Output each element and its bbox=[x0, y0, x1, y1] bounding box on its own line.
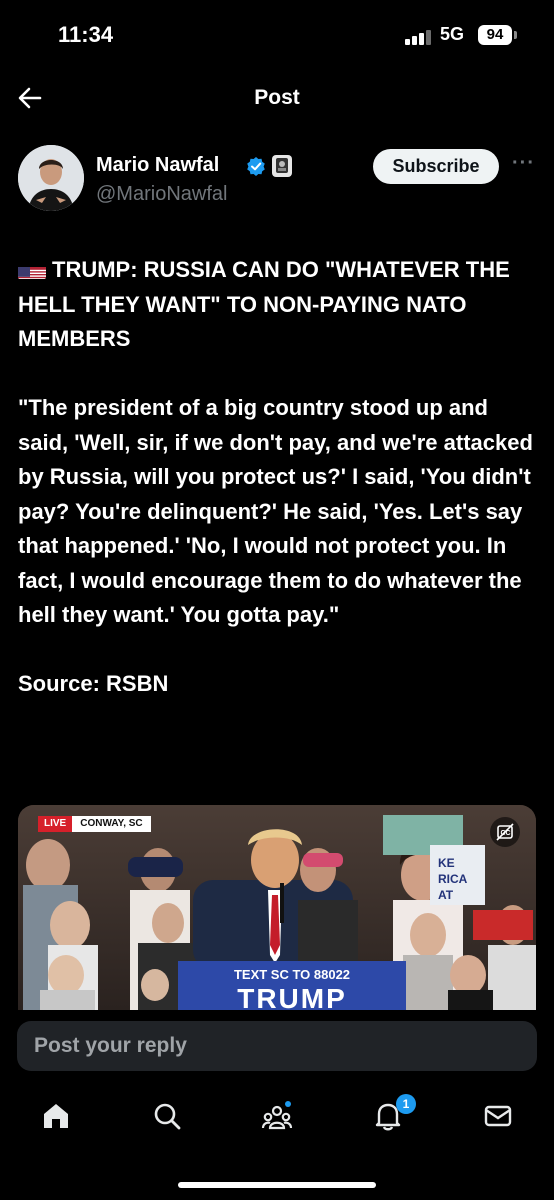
reply-area: Post your reply bbox=[0, 1010, 554, 1086]
battery-tip bbox=[514, 31, 517, 39]
subscribe-button[interactable]: Subscribe bbox=[373, 149, 499, 184]
network-type: 5G bbox=[440, 24, 465, 44]
reply-input[interactable]: Post your reply bbox=[17, 1021, 537, 1071]
post-quote: "The president of a big country stood up… bbox=[18, 395, 533, 627]
svg-text:KE: KE bbox=[438, 856, 455, 870]
captions-icon[interactable]: CC bbox=[490, 817, 520, 847]
svg-text:RICA: RICA bbox=[438, 872, 468, 886]
podium-sign-name: TRUMP bbox=[237, 983, 347, 1010]
affiliate-badge-icon bbox=[272, 155, 292, 177]
live-label: LIVE bbox=[38, 816, 73, 832]
podium-sign: TEXT SC TO 88022 TRUMP bbox=[178, 961, 406, 1010]
svg-text:AT: AT bbox=[438, 888, 454, 902]
battery-icon: 94 bbox=[478, 25, 512, 45]
search-icon[interactable] bbox=[151, 1100, 183, 1132]
status-time: 11:34 bbox=[58, 22, 114, 47]
podium-sign-small: TEXT SC TO 88022 bbox=[233, 967, 351, 982]
messages-icon[interactable] bbox=[482, 1100, 514, 1132]
post-headline: TRUMP: RUSSIA CAN DO "WHATEVER THE HELL … bbox=[18, 253, 538, 357]
verified-badge-icon bbox=[247, 157, 265, 176]
more-options-icon[interactable]: ··· bbox=[512, 152, 538, 178]
bottom-nav: 1 bbox=[0, 1086, 554, 1200]
header: Post bbox=[0, 72, 554, 128]
post-source: Source: RSBN bbox=[18, 671, 169, 696]
avatar[interactable] bbox=[18, 145, 84, 211]
us-flag-icon bbox=[18, 261, 46, 279]
post-body: TRUMP: RUSSIA CAN DO "WHATEVER THE HELL … bbox=[18, 253, 538, 702]
notification-count-badge: 1 bbox=[396, 1094, 416, 1114]
status-bar: 11:34 5G 94 bbox=[0, 0, 554, 72]
post-headline-text: TRUMP: RUSSIA CAN DO "WHATEVER THE HELL … bbox=[18, 257, 510, 351]
author-name[interactable]: Mario Nawfal bbox=[96, 154, 219, 177]
live-badge: LIVE CONWAY, SC bbox=[38, 816, 151, 832]
home-icon[interactable] bbox=[40, 1100, 72, 1132]
communities-icon[interactable] bbox=[261, 1100, 293, 1132]
author-handle[interactable]: @MarioNawfal bbox=[96, 183, 227, 206]
signal-icon bbox=[405, 29, 433, 45]
page-title: Post bbox=[254, 86, 300, 109]
home-indicator bbox=[178, 1182, 376, 1188]
video-thumbnail[interactable]: KE RICA AT LIVE CONWAY, SC CC TEXT SC TO… bbox=[18, 805, 536, 1010]
live-location: CONWAY, SC bbox=[80, 818, 143, 829]
